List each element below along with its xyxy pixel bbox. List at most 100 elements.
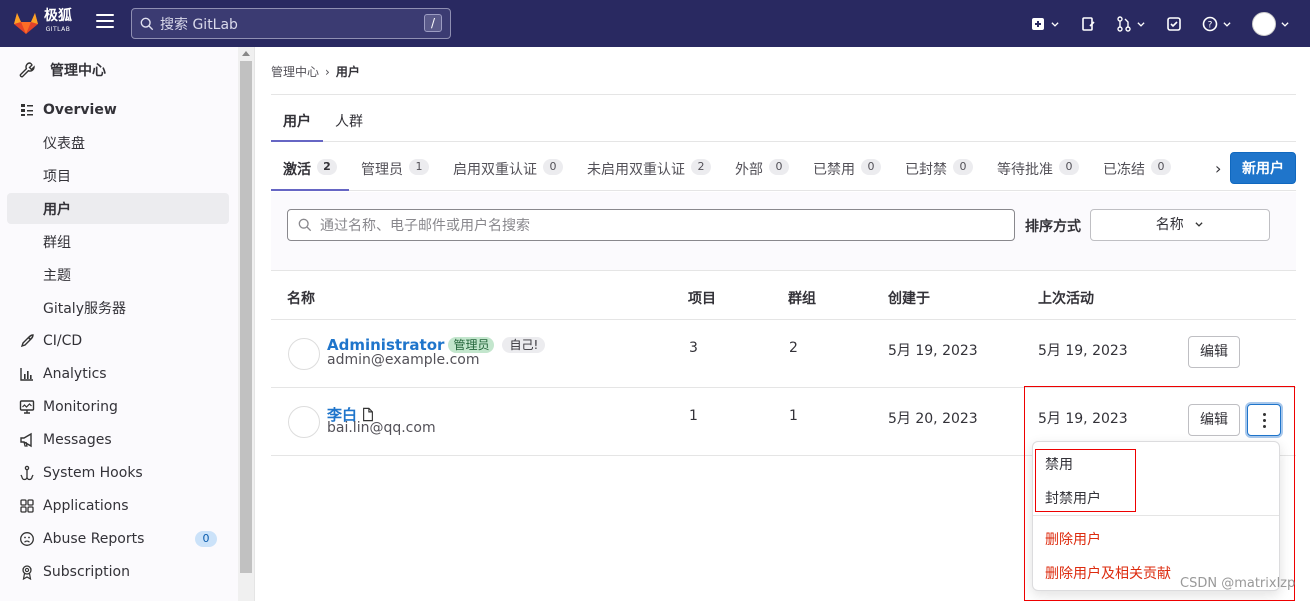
tab-users[interactable]: 用户: [271, 95, 323, 142]
tab-label: 启用双重认证: [453, 162, 537, 178]
tab-count: 0: [1059, 159, 1079, 175]
overview-icon: [19, 102, 35, 118]
tabs-scroll-right-icon[interactable]: ›: [1215, 159, 1221, 178]
help-dropdown[interactable]: ?: [1202, 16, 1232, 32]
menu-icon[interactable]: [96, 14, 114, 30]
breadcrumb-separator: ›: [325, 64, 330, 79]
admin-sidebar: 管理中心 Overview 仪表盘 项目 用户 群组 主题 Gitaly服务器 …: [0, 47, 255, 601]
tab-2fa-disabled[interactable]: 未启用双重认证 2: [575, 143, 723, 190]
user-search-input[interactable]: 通过名称、电子邮件或用户名搜索: [287, 209, 1015, 241]
sidebar-item-label: Analytics: [43, 365, 107, 382]
sort-value: 名称: [1155, 217, 1184, 233]
tab-active[interactable]: 激活 2: [271, 143, 349, 191]
tab-count: 0: [953, 159, 973, 175]
sidebar-item-groups[interactable]: 群组: [7, 226, 229, 257]
sidebar-item-label: Subscription: [43, 563, 130, 580]
new-dropdown[interactable]: [1030, 16, 1060, 32]
sidebar-item-abuse-reports[interactable]: Abuse Reports 0: [7, 523, 229, 554]
bullhorn-icon: [19, 432, 35, 448]
sidebar-item-topics[interactable]: 主题: [7, 259, 229, 290]
abuse-count-badge: 0: [195, 531, 217, 547]
sidebar-item-label: 主题: [43, 267, 71, 284]
breadcrumb: 管理中心 › 用户: [271, 63, 360, 80]
edit-button[interactable]: 编辑: [1188, 336, 1240, 368]
sidebar-item-analytics[interactable]: Analytics: [7, 358, 229, 389]
chevron-down-icon: [1195, 222, 1203, 227]
sidebar-item-applications[interactable]: Applications: [7, 490, 229, 521]
rocket-icon: [19, 333, 35, 349]
sidebar-item-label: System Hooks: [43, 464, 143, 481]
sidebar-item-messages[interactable]: Messages: [7, 424, 229, 455]
sidebar-item-label: Monitoring: [43, 398, 118, 415]
todos-button[interactable]: [1166, 16, 1182, 32]
tab-blocked[interactable]: 已禁用 0: [801, 143, 893, 190]
user-menu-dropdown[interactable]: [1252, 11, 1290, 36]
todo-checkbox-icon: [1167, 16, 1181, 31]
col-created: 创建于: [888, 291, 930, 307]
logo-subtext: GITLAB: [45, 26, 71, 33]
sidebar-item-label: 仪表盘: [43, 135, 85, 152]
search-shortcut-key: /: [424, 14, 442, 32]
tab-cohorts[interactable]: 人群: [323, 95, 375, 141]
issues-button[interactable]: [1080, 16, 1096, 32]
sidebar-item-overview[interactable]: Overview: [7, 94, 229, 125]
tab-external[interactable]: 外部 0: [723, 143, 801, 190]
sidebar-header[interactable]: 管理中心: [18, 60, 106, 80]
projects-count: 3: [689, 340, 698, 356]
created-date: 5月 20, 2023: [888, 411, 978, 427]
chart-icon: [19, 366, 35, 382]
tab-count: 0: [1151, 159, 1171, 175]
sidebar-item-subscription[interactable]: Subscription: [7, 556, 229, 587]
chevron-down-icon: [1137, 21, 1145, 27]
sidebar-item-label: Overview: [43, 101, 117, 118]
tab-label: 等待批准: [997, 162, 1053, 178]
sidebar-scrollbar-thumb[interactable]: [240, 61, 252, 573]
tab-deactivated[interactable]: 已冻结 0: [1091, 143, 1183, 190]
sidebar-item-monitoring[interactable]: Monitoring: [7, 391, 229, 422]
tab-count: 0: [861, 159, 881, 175]
tab-label: 激活: [283, 162, 311, 178]
col-groups: 群组: [788, 291, 816, 307]
sort-dropdown[interactable]: 名称: [1090, 209, 1270, 241]
tab-admins[interactable]: 管理员 1: [349, 143, 441, 190]
scroll-up-arrow-icon[interactable]: [242, 51, 250, 56]
sidebar-item-label: 项目: [43, 168, 71, 185]
created-date: 5月 19, 2023: [888, 343, 978, 359]
new-user-button[interactable]: 新用户: [1230, 152, 1296, 184]
projects-count: 1: [689, 408, 698, 424]
sidebar-item-users[interactable]: 用户: [7, 193, 229, 224]
sidebar-item-gitaly[interactable]: Gitaly服务器: [7, 292, 229, 323]
tab-count: 2: [317, 159, 337, 175]
search-placeholder: 搜索 GitLab: [160, 16, 238, 33]
tab-2fa-enabled[interactable]: 启用双重认证 0: [441, 143, 575, 190]
user-email: bai.lin@qq.com: [327, 420, 436, 436]
wrench-icon: [19, 62, 35, 78]
tab-banned[interactable]: 已封禁 0: [893, 143, 985, 190]
sidebar-item-label: 群组: [43, 234, 71, 251]
gitlab-logo[interactable]: 极狐 GITLAB: [12, 9, 72, 37]
top-navbar: 极狐 GITLAB 搜索 GitLab / ?: [0, 0, 1310, 47]
sidebar-item-system-hooks[interactable]: System Hooks: [7, 457, 229, 488]
sidebar-item-dashboard[interactable]: 仪表盘: [7, 127, 229, 158]
search-input[interactable]: 搜索 GitLab /: [131, 8, 451, 39]
chevron-down-icon: [1223, 21, 1231, 27]
annotation-highlight-box: [1035, 449, 1136, 512]
hook-icon: [19, 465, 35, 481]
filter-bar: 通过名称、电子邮件或用户名搜索 排序方式 名称: [271, 192, 1296, 271]
tab-count: 2: [691, 159, 711, 175]
breadcrumb-parent[interactable]: 管理中心: [271, 63, 319, 80]
avatar: [288, 338, 320, 370]
sidebar-item-cicd[interactable]: CI/CD: [7, 325, 229, 356]
merge-requests-dropdown[interactable]: [1116, 15, 1146, 32]
tab-label: 已冻结: [1103, 162, 1145, 178]
merge-request-icon: [1117, 15, 1131, 32]
sidebar-item-label: 用户: [43, 201, 71, 218]
badge-icon: [19, 564, 35, 580]
search-icon: [298, 218, 312, 232]
search-icon: [140, 17, 154, 30]
tab-pending-approval[interactable]: 等待批准 0: [985, 143, 1091, 190]
sidebar-item-projects[interactable]: 项目: [7, 160, 229, 191]
issues-icon: [1082, 16, 1095, 31]
help-icon: ?: [1202, 16, 1218, 31]
tab-count: 0: [769, 159, 789, 175]
